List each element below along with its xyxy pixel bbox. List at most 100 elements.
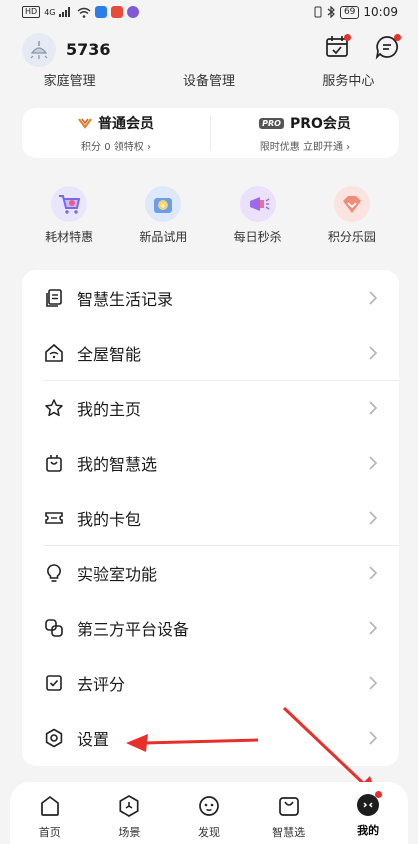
menu-item-lab-features[interactable]: 实验室功能 [22,545,399,600]
chevron-right-icon [369,290,377,305]
notification-dot [344,34,351,41]
hd-badge: HD [22,6,41,18]
link-service-center[interactable]: 服务中心 [279,70,418,89]
chevron-right-icon [369,455,377,470]
menu-item-smart-life-record[interactable]: 智慧生活记录 [22,270,399,325]
home-icon [40,796,59,816]
notification-app-icon [111,6,124,18]
network-type: 4G [44,7,56,17]
chevron-right-icon [369,675,377,690]
vibrate-icon [314,6,322,18]
status-bar: HD 4G 69 10:09 [0,0,418,24]
smart-choice-icon [278,797,299,816]
link-icon [45,618,63,637]
chevron-right-icon [369,345,377,360]
chevron-right-icon [369,400,377,415]
menu-list: 智慧生活记录 全屋智能 我的主页 我的智慧选 我的卡包 实验室功能 第三方平台设… [22,270,399,766]
settings-icon [45,728,63,747]
menu-item-third-party-devices[interactable]: 第三方平台设备 [22,600,399,655]
menu-item-settings[interactable]: 设置 [22,710,399,765]
link-home-management[interactable]: 家庭管理 [0,70,139,89]
checkbox-icon [46,674,62,691]
menu-label: 设置 [77,729,110,749]
document-icon [46,288,62,307]
promo-new-trial[interactable]: ¥ 新品试用 [116,186,210,250]
pro-badge: PRO [259,117,284,129]
chevron-right-icon [369,730,377,745]
tab-label: 发现 [197,826,220,839]
profile-icon [357,791,383,816]
menu-label: 我的卡包 [77,509,142,529]
promo-consumables[interactable]: 耗材特惠 [22,186,116,250]
lamp-avatar-icon [30,41,48,59]
tab-label: 我的 [357,824,380,837]
tab-smart-choice[interactable]: 智慧选 [249,782,329,844]
notification-dot [394,34,401,41]
messages-button[interactable] [374,34,401,60]
shopping-bag-icon [46,454,62,472]
menu-label: 第三方平台设备 [77,619,190,639]
menu-item-my-homepage[interactable]: 我的主页 [22,380,399,435]
promo-row: 耗材特惠 ¥ 新品试用 每日秒杀 积分乐园 [22,186,399,250]
calendar-checkin-button[interactable] [324,34,351,60]
promo-label: 每日秒杀 [233,230,282,244]
menu-item-my-card-wallet[interactable]: 我的卡包 [22,490,399,545]
tab-label: 智慧选 [272,826,306,839]
menu-label: 智慧生活记录 [77,289,174,309]
tab-mine[interactable]: 我的 [328,782,408,844]
lightbulb-icon [47,563,61,582]
tab-home[interactable]: 首页 [10,782,90,844]
diamond-icon [333,186,370,222]
bottom-tab-bar: 首页 场景 发现 智慧选 我的 [10,782,408,844]
svg-text:¥: ¥ [161,202,166,210]
promo-points-park[interactable]: 积分乐园 [305,186,399,250]
tab-scene[interactable]: 场景 [90,782,170,844]
promo-label: 耗材特惠 [45,230,94,244]
regular-member-title: 普通会员 [98,116,154,132]
star-icon [45,398,63,416]
battery-indicator: 69 [339,5,360,19]
notification-app-icon [127,6,140,18]
menu-item-my-smart-choice[interactable]: 我的智慧选 [22,435,399,490]
signal-icon [59,7,71,17]
smart-home-icon [45,343,63,362]
menu-item-rate-app[interactable]: 去评分 [22,655,399,710]
menu-label: 我的智慧选 [77,454,158,474]
status-right: 69 10:09 [313,5,398,19]
menu-label: 实验室功能 [77,564,158,584]
regular-member-subtitle: 积分 0 领特权 › [81,142,151,153]
menu-item-whole-home-smart[interactable]: 全屋智能 [22,325,399,380]
pro-member[interactable]: PRO PRO会员 限时优惠 立即开通 › [211,108,399,158]
tab-label: 场景 [118,826,141,839]
profile-header: 5736 家庭管理 设备管理 服务中心 [0,28,418,90]
menu-label: 去评分 [77,674,126,694]
pro-member-subtitle: 限时优惠 立即开通 › [259,142,351,153]
promo-label: 积分乐园 [327,230,376,244]
bluetooth-icon [327,6,335,18]
menu-label: 全屋智能 [77,344,142,364]
flash-sale-icon [239,186,276,222]
notification-dot [375,791,383,798]
clock: 10:09 [363,5,398,19]
pro-member-title: PRO会员 [289,116,351,132]
chevron-right-icon [369,620,377,635]
status-left: HD 4G [22,6,140,18]
avatar[interactable] [22,33,56,67]
trial-bag-icon: ¥ [145,186,182,222]
discover-icon [199,796,219,816]
quick-links: 家庭管理 设备管理 服务中心 [0,70,418,89]
chevron-right-icon [369,565,377,580]
menu-label: 我的主页 [77,399,142,419]
tab-label: 首页 [38,826,61,839]
cart-icon [51,186,88,222]
username[interactable]: 5736 [66,40,111,59]
member-chevron-icon [78,118,92,129]
promo-flash-sale[interactable]: 每日秒杀 [211,186,305,250]
regular-member[interactable]: 普通会员 积分 0 领特权 › [22,108,210,158]
promo-label: 新品试用 [139,230,188,244]
notification-app-icon [95,6,108,18]
tab-discover[interactable]: 发现 [169,782,249,844]
link-device-management[interactable]: 设备管理 [139,70,278,89]
chevron-right-icon [369,510,377,525]
ticket-icon [45,511,63,524]
